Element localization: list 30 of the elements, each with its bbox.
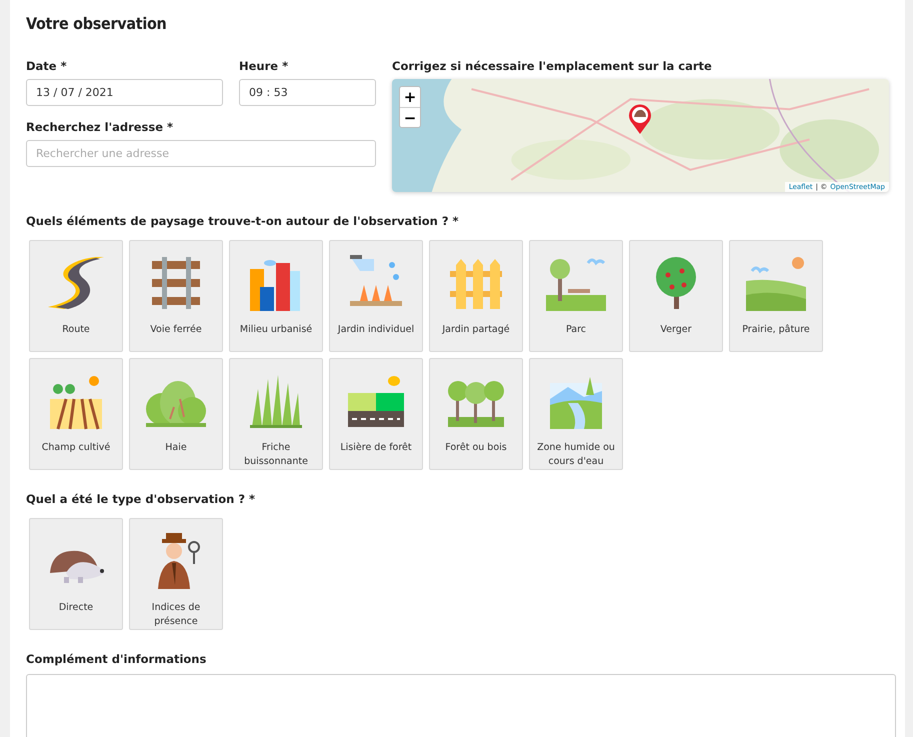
landscape-option[interactable]: Milieu urbanisé <box>229 240 323 352</box>
observation-type-option[interactable]: Directe <box>29 518 123 630</box>
field-label: Complément d'informations <box>26 652 208 666</box>
landscape-option[interactable]: Jardin partagé <box>429 240 523 352</box>
address-search-field[interactable]: Rechercher une adresse <box>26 140 376 167</box>
landscape-option[interactable]: Champ cultivé <box>29 358 123 470</box>
landscape-option[interactable]: Haie <box>129 358 223 470</box>
map-marker-icon[interactable] <box>627 103 653 135</box>
zoom-in-button[interactable]: + <box>400 87 420 107</box>
date-field[interactable]: 13 / 07 / 2021 <box>26 79 223 106</box>
observation-type-option[interactable]: Indices de présence <box>129 518 223 630</box>
field-label: Recherchez l'adresse * <box>26 120 174 134</box>
time-field[interactable]: 09 : 53 <box>239 79 376 106</box>
zoom-out-button[interactable]: − <box>400 107 420 127</box>
field-label: Date * <box>26 59 68 73</box>
landscape-option[interactable]: Jardin individuel <box>329 240 423 352</box>
landscape-option[interactable]: Route <box>29 240 123 352</box>
question-label: Quel a été le type d'observation ? * <box>26 492 256 506</box>
landscape-option[interactable]: Lisière de forêt <box>329 358 423 470</box>
landscape-option[interactable]: Forêt ou bois <box>429 358 523 470</box>
landscape-option[interactable]: Parc <box>529 240 623 352</box>
landscape-option[interactable]: Prairie, pâture <box>729 240 823 352</box>
landscape-option[interactable]: Friche buissonnante <box>229 358 323 470</box>
landscape-option[interactable]: Zone humide ou cours d'eau <box>529 358 623 470</box>
field-label: Heure * <box>239 59 290 73</box>
landscape-option[interactable]: Voie ferrée <box>129 240 223 352</box>
landscape-option[interactable]: Verger <box>629 240 723 352</box>
page-title: Votre observation <box>26 14 168 33</box>
question-label: Quels éléments de paysage trouve-t-on autour de l'observation ? * <box>26 214 460 228</box>
field-label: Corrigez si nécessaire l'emplacement sur la carte <box>392 59 713 73</box>
